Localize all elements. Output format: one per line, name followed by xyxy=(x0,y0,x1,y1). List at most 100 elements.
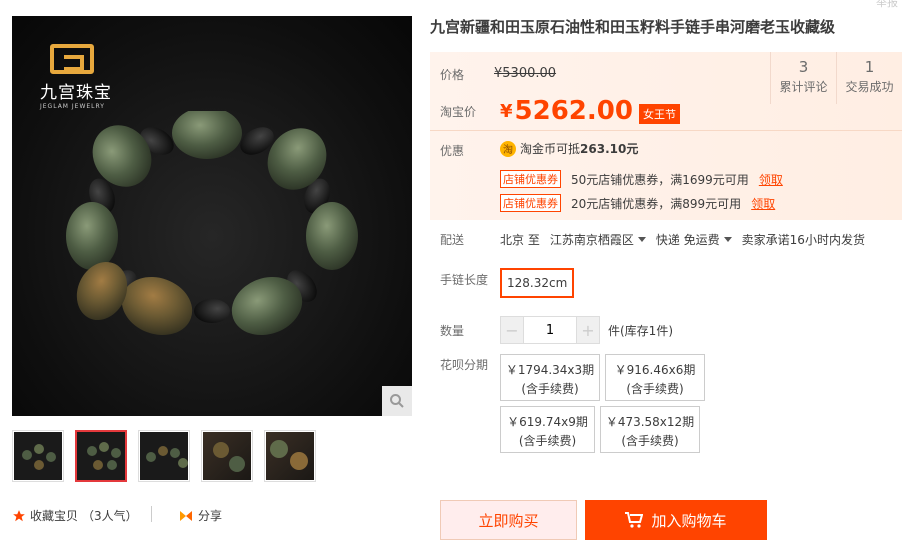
thumbnail-image xyxy=(203,432,251,480)
thumbnail-1[interactable] xyxy=(12,430,64,482)
promo-label: 优惠 xyxy=(440,144,465,158)
installment-amount: ￥473.58x12期 xyxy=(605,415,695,429)
thumbnail-2[interactable] xyxy=(75,430,127,482)
installment-option-6[interactable]: ￥916.46x6期 (含手续费) xyxy=(605,354,705,401)
chevron-down-icon xyxy=(637,237,646,242)
stock-text: 件(库存1件) xyxy=(608,323,673,338)
list-price: ¥5300.00 xyxy=(494,66,557,81)
thumbnail-3[interactable] xyxy=(138,430,190,482)
coin-amount: 263.10元 xyxy=(580,142,639,156)
add-to-cart-label: 加入购物车 xyxy=(651,511,727,530)
stat-number: 3 xyxy=(798,58,809,76)
current-price-row: 淘宝价 ¥ 5262.00 女王节 xyxy=(440,96,680,126)
delivery-label: 配送 xyxy=(440,233,465,247)
report-link[interactable]: 举报 xyxy=(876,0,898,10)
taobao-price-label: 淘宝价 xyxy=(440,104,477,119)
list-price-label: 价格 xyxy=(440,68,465,82)
destination-value: 江苏南京栖霞区 xyxy=(549,233,634,247)
currency-symbol: ¥ xyxy=(500,100,513,122)
delivery-info: 北京 至 江苏南京栖霞区 快递 免运费 卖家承诺16小时内发货 xyxy=(500,231,865,248)
claim-coupon-link[interactable]: 领取 xyxy=(759,171,783,188)
installment-amount: ￥619.74x9期 xyxy=(507,415,588,429)
sku-option-length[interactable]: 128.32cm xyxy=(500,268,575,298)
shipping-method-select[interactable]: 快递 免运费 xyxy=(656,231,732,248)
add-to-cart-button[interactable]: 加入购物车 xyxy=(585,500,767,540)
share-icon xyxy=(180,510,192,521)
quantity-stepper: − + xyxy=(500,316,600,344)
share-label: 分享 xyxy=(198,509,223,523)
collect-button[interactable]: 收藏宝贝 （3人气） xyxy=(12,507,138,524)
coupon-text: 20元店铺优惠券，满899元可用 xyxy=(571,196,742,211)
festival-badge: 女王节 xyxy=(638,104,680,124)
coupon-tag: 店铺优惠券 xyxy=(500,194,561,212)
stat-number: 1 xyxy=(864,58,875,76)
thumbnail-5[interactable] xyxy=(264,430,316,482)
coin-text: 淘金币可抵263.10元 xyxy=(520,140,638,157)
thumbnail-image xyxy=(140,432,188,480)
quantity-input[interactable] xyxy=(524,316,576,344)
stat-label: 累计评论 xyxy=(779,80,828,94)
stat-label: 交易成功 xyxy=(845,80,894,94)
thumbnail-image xyxy=(14,432,62,480)
claim-coupon-link[interactable]: 领取 xyxy=(751,195,775,212)
sku-label: 手链长度 xyxy=(440,273,489,287)
price-panel: 价格 ¥5300.00 淘宝价 ¥ 5262.00 女王节 3 累计评论 1 交… xyxy=(430,52,902,220)
stat-transactions[interactable]: 1 交易成功 xyxy=(836,52,902,104)
installment-fee-note: (含手续费) xyxy=(621,434,679,448)
delivery-from: 北京 至 xyxy=(500,233,540,247)
buy-now-button[interactable]: 立即购买 xyxy=(440,500,577,540)
coupon-row: 店铺优惠券 20元店铺优惠券，满899元可用 领取 xyxy=(500,194,775,212)
main-product-image[interactable]: 九宫珠宝 JEGLAM JEWELRY xyxy=(12,16,412,416)
coin-text-label: 淘金币可抵 xyxy=(520,142,581,156)
thumbnail-4[interactable] xyxy=(201,430,253,482)
installment-option-9[interactable]: ￥619.74x9期 (含手续费) xyxy=(500,406,595,453)
installment-option-3[interactable]: ￥1794.34x3期 (含手续费) xyxy=(500,354,600,401)
decrement-button[interactable]: − xyxy=(500,316,524,344)
increment-button[interactable]: + xyxy=(576,316,600,344)
stat-reviews[interactable]: 3 累计评论 xyxy=(770,52,836,104)
current-price: 5262.00 xyxy=(514,96,633,126)
brand-logo: 九宫珠宝 JEGLAM JEWELRY xyxy=(40,44,130,110)
brand-logo-en: JEGLAM JEWELRY xyxy=(40,103,105,110)
bracelet-image xyxy=(66,111,358,336)
list-price-row: 价格 ¥5300.00 xyxy=(440,66,556,83)
installment-fee-note: (含手续费) xyxy=(521,382,579,396)
shipping-method-value: 快递 免运费 xyxy=(655,233,720,247)
zoom-button[interactable] xyxy=(382,386,412,416)
installment-label: 花呗分期 xyxy=(440,358,489,372)
stats: 3 累计评论 1 交易成功 xyxy=(770,52,902,104)
destination-select[interactable]: 江苏南京栖霞区 xyxy=(550,231,646,248)
delivery-promise: 卖家承诺16小时内发货 xyxy=(741,233,865,247)
thumbnail-image xyxy=(266,432,314,480)
installment-options: ￥1794.34x3期 (含手续费) ￥916.46x6期 (含手续费) ￥61… xyxy=(500,354,800,453)
thumbnail-strip xyxy=(12,430,316,482)
coupon-row: 店铺优惠券 50元店铺优惠券，满1699元可用 领取 xyxy=(500,170,783,188)
share-button[interactable]: 分享 xyxy=(178,507,222,524)
coupon-tag: 店铺优惠券 xyxy=(500,170,561,188)
brand-logo-cn: 九宫珠宝 xyxy=(40,83,112,103)
star-icon xyxy=(13,509,25,521)
thumbnail-image xyxy=(77,432,125,480)
taojinbi-coin-icon: 淘 xyxy=(500,140,516,157)
divider xyxy=(151,506,152,522)
delivery-row: 配送 北京 至 江苏南京栖霞区 快递 免运费 卖家承诺16小时内发货 xyxy=(440,231,865,248)
installment-fee-note: (含手续费) xyxy=(518,434,577,448)
magnifier-icon xyxy=(390,394,404,408)
quantity-label: 数量 xyxy=(440,323,465,338)
collect-count: （3人气） xyxy=(82,509,138,523)
installment-fee-note: (含手续费) xyxy=(626,382,684,396)
sku-row: 手链长度 128.32cm xyxy=(440,268,575,298)
quantity-row: 数量 − + 件(库存1件) xyxy=(440,316,673,344)
installment-amount: ￥1794.34x3期 xyxy=(505,363,595,377)
divider xyxy=(430,130,902,131)
collect-label: 收藏宝贝 xyxy=(30,509,79,523)
cart-icon xyxy=(625,512,644,528)
brand-logo-mark xyxy=(50,44,94,74)
chevron-down-icon xyxy=(723,237,732,242)
product-page: 九宫珠宝 JEGLAM JEWELRY 收藏宝贝 （3人气） 分享 九宫新疆和田… xyxy=(0,0,902,553)
coupon-text: 50元店铺优惠券，满1699元可用 xyxy=(571,172,749,187)
coin-promo: 淘 淘金币可抵263.10元 xyxy=(500,140,638,157)
installment-amount: ￥916.46x6期 xyxy=(614,363,696,377)
product-title: 九宫新疆和田玉原石油性和田玉籽料手链手串河磨老玉收藏级 xyxy=(430,18,836,36)
installment-option-12[interactable]: ￥473.58x12期 (含手续费) xyxy=(600,406,700,453)
